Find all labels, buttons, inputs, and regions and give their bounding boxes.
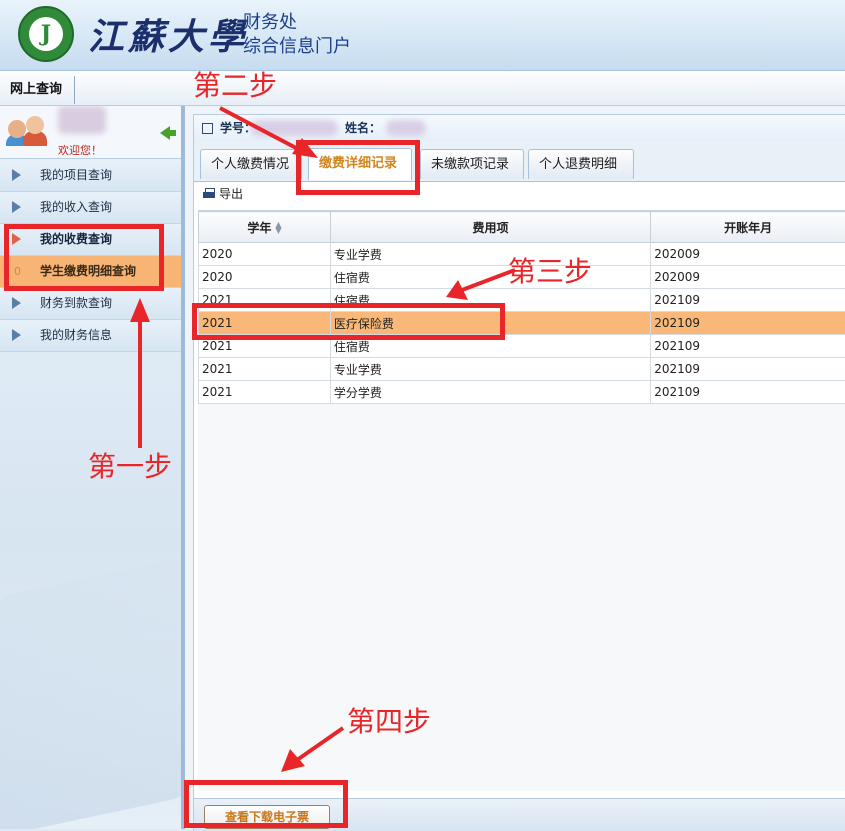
cell-item: 医疗保险费 bbox=[330, 312, 650, 335]
department-title: 财务处 综合信息门户 bbox=[243, 11, 351, 59]
column-header-year[interactable]: 学年▲▼ bbox=[199, 212, 331, 243]
table-row[interactable]: 2021住宿费202109 bbox=[199, 335, 845, 358]
sidebar-decoration bbox=[0, 552, 185, 829]
university-logo: J bbox=[18, 6, 74, 62]
cell-month: 202109 bbox=[651, 289, 845, 312]
cell-year: 2020 bbox=[199, 266, 331, 289]
blurred-student-id bbox=[250, 120, 338, 136]
export-button[interactable]: 导出 bbox=[219, 182, 243, 206]
column-header-item[interactable]: 费用项 bbox=[330, 212, 650, 243]
cell-item: 学分学费 bbox=[330, 381, 650, 404]
student-info-bar: 学号： 姓名： bbox=[194, 115, 845, 142]
blurred-student-name bbox=[386, 120, 426, 136]
page-header: J 江蘇大學 财务处 综合信息门户 bbox=[0, 0, 845, 71]
cell-month: 202109 bbox=[651, 312, 845, 335]
sort-icon[interactable]: ▲▼ bbox=[275, 222, 281, 234]
step1-label: 第一步 bbox=[88, 453, 172, 481]
cell-month: 202109 bbox=[651, 358, 845, 381]
table-row[interactable]: 2021学分学费202109 bbox=[199, 381, 845, 404]
tab-bar: 个人缴费情况 缴费详细记录 未缴款项记录 个人退费明细 bbox=[194, 141, 845, 182]
arrow-right-icon bbox=[12, 329, 21, 341]
step2-label: 第二步 bbox=[193, 72, 277, 100]
cell-item: 专业学费 bbox=[330, 243, 650, 266]
arrow-right-icon bbox=[12, 233, 21, 245]
top-nav: 网上查询 bbox=[0, 71, 845, 106]
table-row[interactable]: 2021专业学费202109 bbox=[199, 358, 845, 381]
cell-item: 住宿费 bbox=[330, 266, 650, 289]
sidebar-item-label: 财务到款查询 bbox=[40, 288, 112, 319]
arrow-right-icon bbox=[12, 169, 21, 181]
blurred-username bbox=[58, 106, 106, 134]
user-panel: 欢迎您！ bbox=[0, 106, 181, 159]
sidebar-item-income-query[interactable]: 我的收入查询 bbox=[0, 192, 181, 224]
sidebar-item-finance-info[interactable]: 我的财务信息 bbox=[0, 320, 181, 352]
name-label: 姓名： bbox=[345, 115, 381, 141]
cell-month: 202109 bbox=[651, 381, 845, 404]
main-area: 学号： 姓名： 个人缴费情况 缴费详细记录 未缴款项记录 个人退费明细 导出 学… bbox=[185, 106, 845, 829]
cell-month: 202009 bbox=[651, 243, 845, 266]
tab-unpaid-items[interactable]: 未缴款项记录 bbox=[420, 149, 524, 179]
arrow-right-icon bbox=[12, 201, 21, 213]
toolbar: 导出 bbox=[194, 182, 845, 206]
cell-item: 住宿费 bbox=[330, 335, 650, 358]
cell-year: 2020 bbox=[199, 243, 331, 266]
step4-label: 第四步 bbox=[347, 708, 431, 736]
university-name: 江蘇大學 bbox=[88, 8, 248, 60]
sidebar-item-label: 我的财务信息 bbox=[40, 320, 112, 351]
sidebar-item-label: 学生缴费明细查询 bbox=[40, 256, 136, 287]
portal-name: 综合信息门户 bbox=[243, 35, 351, 59]
download-e-ticket-button[interactable]: 查看下载电子票 bbox=[204, 805, 330, 829]
cell-item: 专业学费 bbox=[330, 358, 650, 381]
users-avatar-icon bbox=[8, 116, 50, 146]
sidebar-item-number: 0 bbox=[14, 256, 21, 287]
tab-refund-detail[interactable]: 个人退费明细 bbox=[528, 149, 634, 179]
checkbox-square-icon bbox=[202, 123, 213, 134]
payment-table: 学年▲▼ 费用项 开账年月 2020专业学费2020092020住宿费20200… bbox=[198, 211, 845, 404]
sidebar-item-finance-arrival[interactable]: 财务到款查询 bbox=[0, 288, 181, 320]
arrow-right-icon bbox=[12, 297, 21, 309]
table-row[interactable]: 2021医疗保险费202109 bbox=[199, 312, 845, 335]
welcome-text: 欢迎您！ bbox=[58, 142, 102, 158]
tab-payment-detail[interactable]: 缴费详细记录 bbox=[308, 148, 412, 180]
nav-tab-online-query[interactable]: 网上查询 bbox=[0, 76, 75, 104]
sidebar-item-fee-query[interactable]: 我的收费查询 bbox=[0, 224, 181, 256]
sidebar-item-student-payment-detail[interactable]: 0 学生缴费明细查询 bbox=[0, 256, 181, 288]
column-header-month[interactable]: 开账年月 bbox=[651, 212, 845, 243]
cell-year: 2021 bbox=[199, 381, 331, 404]
sidebar-item-label: 我的收费查询 bbox=[40, 224, 112, 255]
payment-detail-grid: 学年▲▼ 费用项 开账年月 2020专业学费2020092020住宿费20200… bbox=[198, 210, 845, 791]
cell-year: 2021 bbox=[199, 289, 331, 312]
sidebar-item-project-query[interactable]: 我的项目查询 bbox=[0, 160, 181, 192]
table-header-row: 学年▲▼ 费用项 开账年月 bbox=[199, 212, 845, 243]
content-panel: 学号： 姓名： 个人缴费情况 缴费详细记录 未缴款项记录 个人退费明细 导出 学… bbox=[193, 114, 845, 831]
cell-month: 202009 bbox=[651, 266, 845, 289]
step3-label: 第三步 bbox=[508, 258, 592, 286]
cell-year: 2021 bbox=[199, 358, 331, 381]
tab-personal-payment[interactable]: 个人缴费情况 bbox=[200, 149, 302, 179]
table-row[interactable]: 2021住宿费202109 bbox=[199, 289, 845, 312]
sidebar-item-label: 我的收入查询 bbox=[40, 192, 112, 223]
cell-year: 2021 bbox=[199, 335, 331, 358]
collapse-arrow-icon[interactable] bbox=[160, 126, 170, 140]
bottom-bar: 查看下载电子票 bbox=[194, 798, 845, 831]
cell-month: 202109 bbox=[651, 335, 845, 358]
sidebar-item-label: 我的项目查询 bbox=[40, 160, 112, 191]
cell-year: 2021 bbox=[199, 312, 331, 335]
cell-item: 住宿费 bbox=[330, 289, 650, 312]
printer-icon[interactable] bbox=[203, 188, 215, 199]
department-name: 财务处 bbox=[243, 11, 351, 35]
